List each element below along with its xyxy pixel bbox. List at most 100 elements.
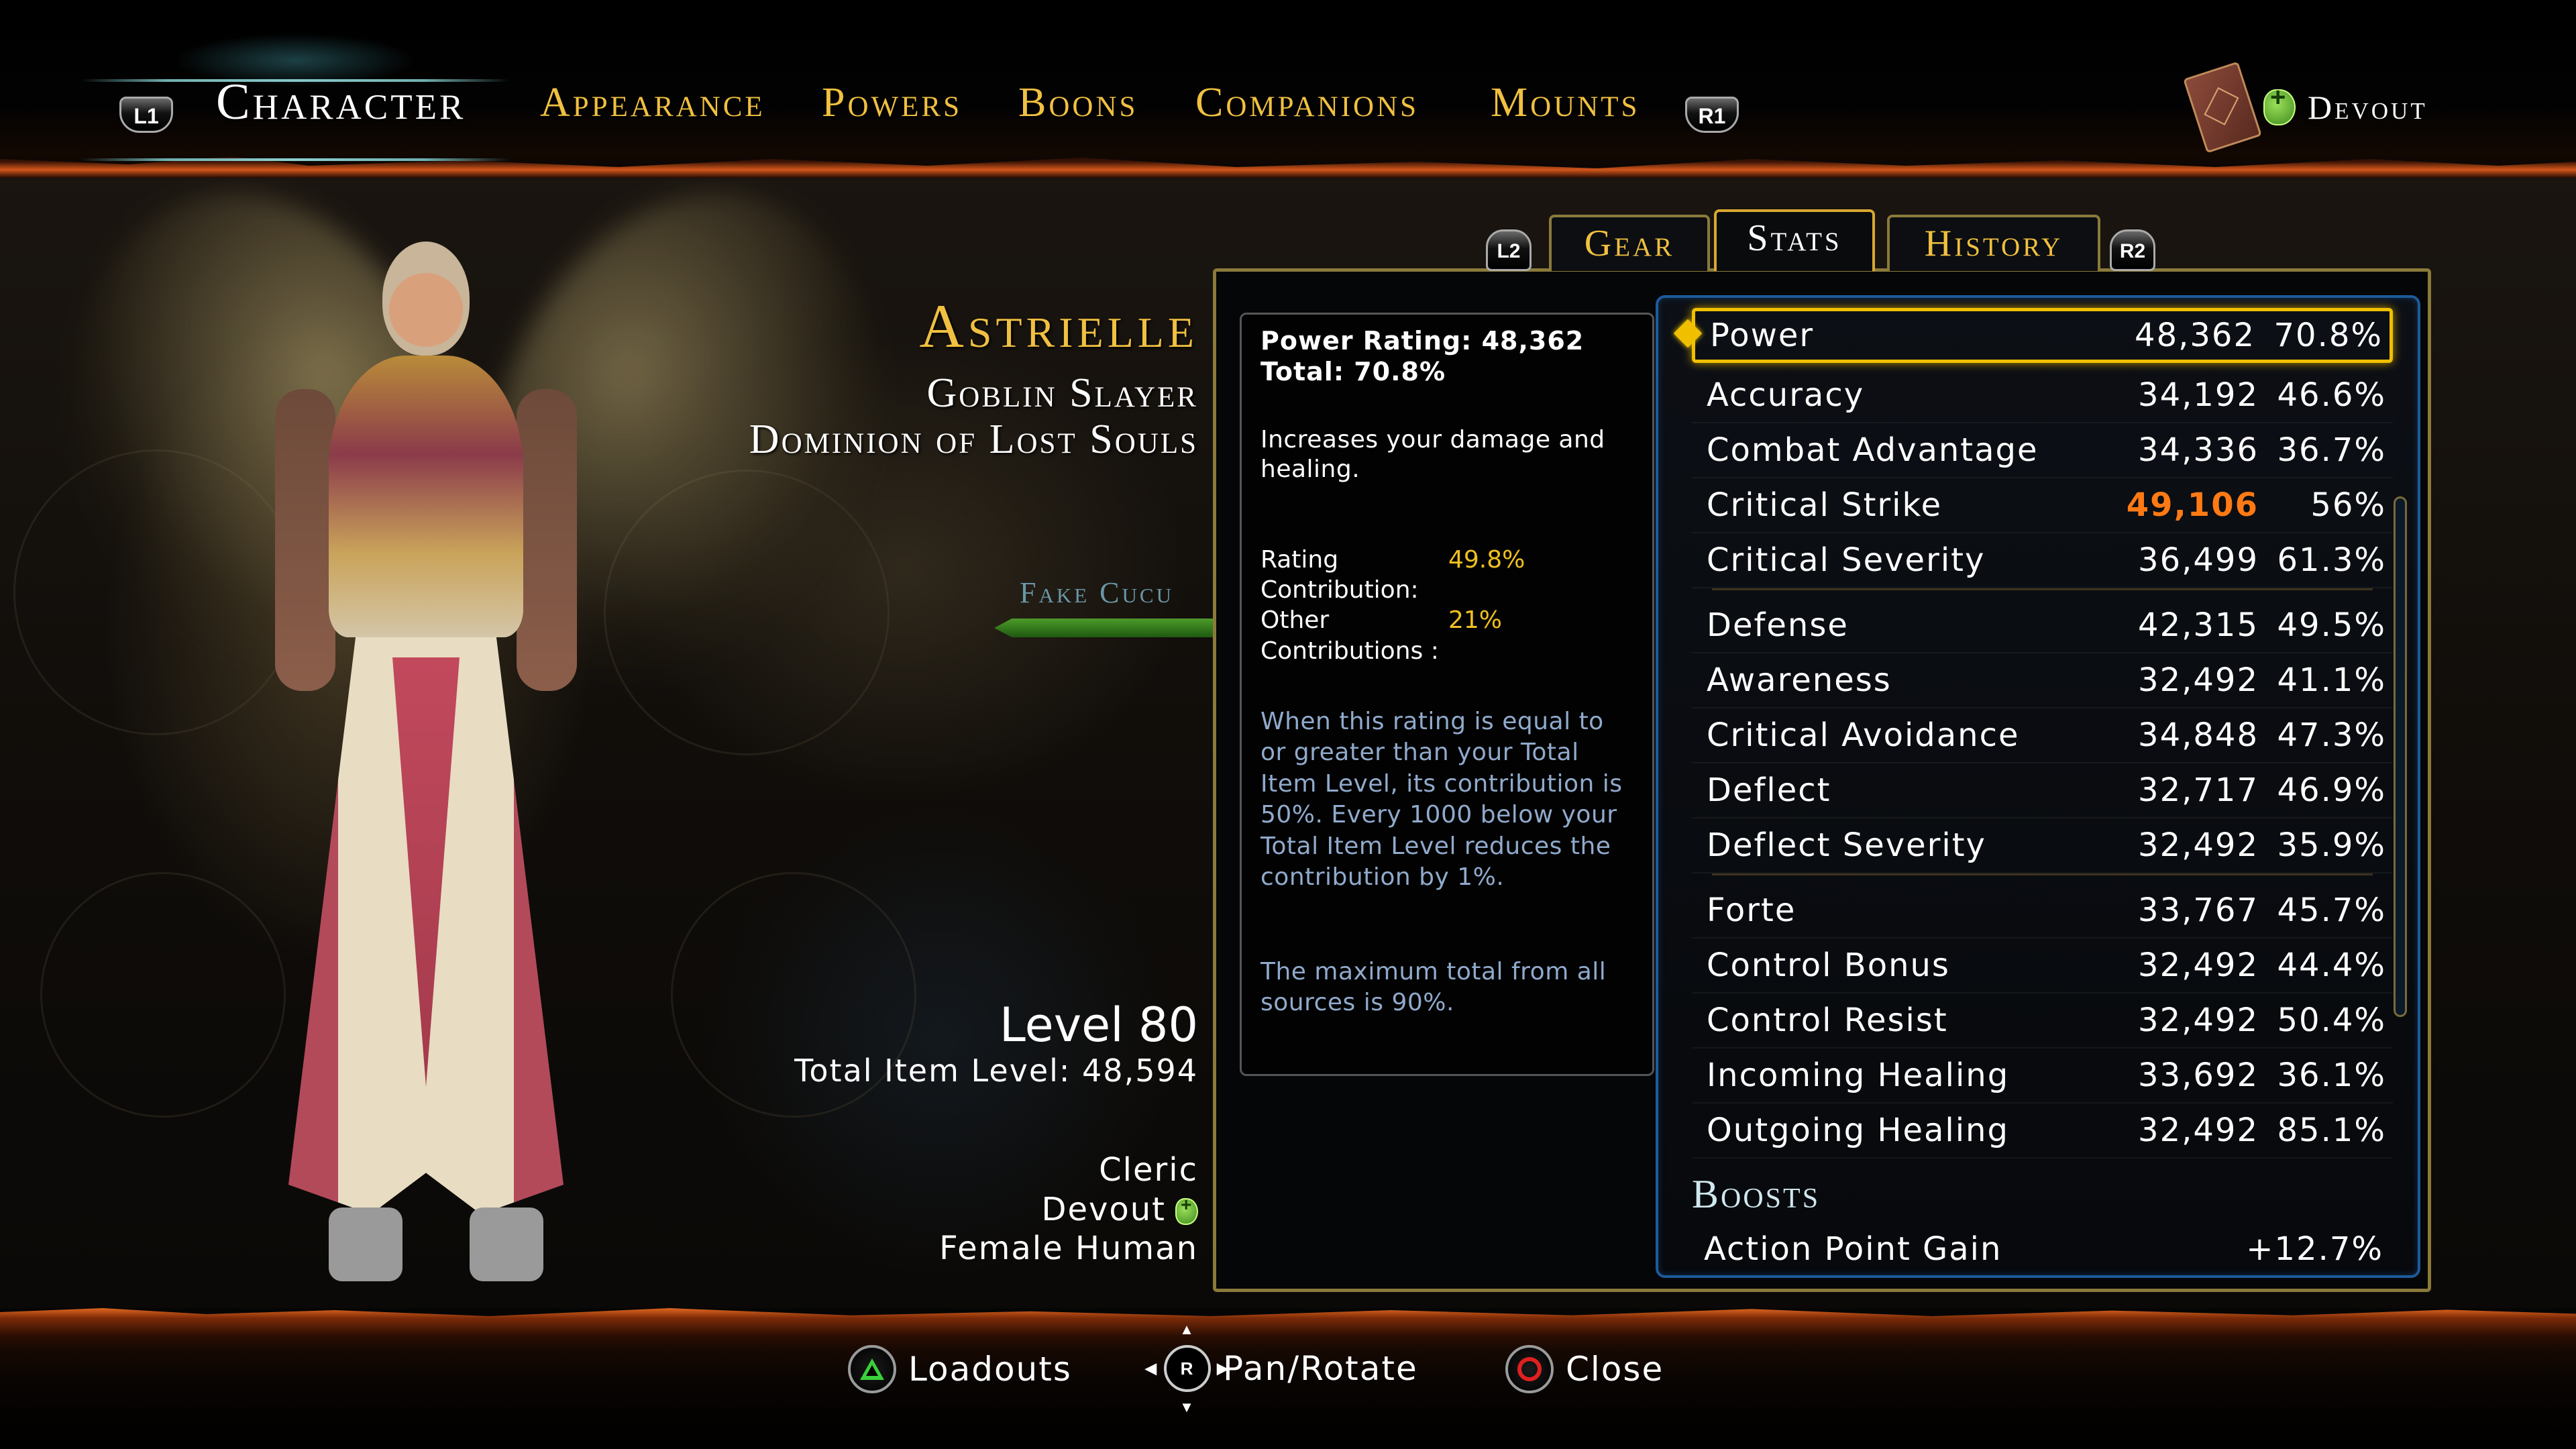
character-guild: Dominion of Lost Souls [749, 417, 1198, 463]
stat-row-awareness[interactable]: Awareness 32,492 41.1% [1692, 653, 2393, 708]
triangle-button-icon [848, 1345, 896, 1393]
stat-name: Outgoing Healing [1707, 1112, 2009, 1149]
holy-book-icon [2183, 61, 2262, 154]
stat-name: Accuracy [1707, 376, 1865, 414]
stat-percent: 49.5% [2277, 606, 2386, 644]
stat-group-divider [1712, 588, 2373, 598]
stat-row-defense[interactable]: Defense 42,315 49.5% [1692, 598, 2393, 653]
stat-rating: 32,492 [2138, 661, 2259, 699]
tooltip-rating: Power Rating: 48,362 [1260, 326, 1585, 356]
character-model[interactable] [248, 241, 624, 1315]
pan-rotate-label: Pan/Rotate [1223, 1349, 1418, 1388]
stat-rating: 32,717 [2138, 771, 2259, 809]
stat-percent: 46.9% [2277, 771, 2386, 809]
rating-contribution-value: 49.8% [1448, 545, 1525, 574]
stat-rating: 34,336 [2138, 431, 2259, 469]
stat-row-control-resist[interactable]: Control Resist 32,492 50.4% [1692, 994, 2393, 1049]
subtab-gear[interactable]: Gear [1549, 215, 1710, 271]
character-paragon: Devout [1041, 1190, 1166, 1228]
boosts-list: Action Point Gain +12.7% [1689, 1222, 2390, 1276]
stat-name: Forte [1707, 892, 1796, 929]
stat-name: Critical Severity [1707, 541, 1986, 579]
arrow-down-icon: ▼ [1179, 1399, 1195, 1415]
stat-rating: 34,848 [2138, 716, 2259, 754]
stat-percent: 36.1% [2277, 1057, 2386, 1094]
devout-paragon-icon [1175, 1194, 1198, 1225]
tab-companions[interactable]: Companions [1195, 82, 1419, 123]
boost-row-action-point-gain[interactable]: Action Point Gain +12.7% [1689, 1222, 2390, 1276]
stat-rating: 48,362 [2135, 317, 2255, 354]
loadouts-label: Loadouts [908, 1350, 1072, 1389]
subtab-stats[interactable]: Stats [1714, 209, 1875, 271]
stat-name: Combat Advantage [1707, 431, 2039, 469]
tooltip-contribution-note: When this rating is equal to or greater … [1260, 707, 1623, 892]
r2-trigger-button[interactable]: R2 [2110, 229, 2155, 271]
stat-name: Awareness [1707, 661, 1892, 699]
stat-tooltip: Power Rating: 48,362 Total: 70.8% Increa… [1240, 313, 1654, 1076]
stat-rating: 36,499 [2138, 541, 2259, 579]
stat-row-control-bonus[interactable]: Control Bonus 32,492 44.4% [1692, 938, 2393, 994]
loadouts-button[interactable]: Loadouts [848, 1345, 1072, 1393]
stat-row-deflect[interactable]: Deflect 32,717 46.9% [1692, 763, 2393, 818]
stat-percent: 50.4% [2277, 1002, 2386, 1039]
stat-row-power[interactable]: Power 48,362 70.8% [1673, 308, 2393, 363]
tooltip-contributions: Rating Contribution: 49.8% Other Contrib… [1260, 545, 1633, 666]
stat-row-deflect-severity[interactable]: Deflect Severity 32,492 35.9% [1692, 818, 2393, 873]
main-nav: L1 Character Appearance Powers Boons Com… [0, 0, 2576, 161]
rating-contribution-label: Rating Contribution: [1260, 545, 1419, 604]
stat-row-critical-severity[interactable]: Critical Severity 36,499 61.3% [1692, 533, 2393, 588]
stat-rating: 42,315 [2138, 606, 2259, 644]
stats-list-panel: Power 48,362 70.8% Accuracy 34,192 46.6% Comba… [1656, 295, 2420, 1278]
stat-percent: 56% [2310, 486, 2386, 524]
stat-percent: 36.7% [2277, 431, 2386, 469]
character-race: Female Human [939, 1230, 1198, 1268]
character-head [382, 241, 470, 356]
arrow-right-icon: ▶ [1217, 1360, 1230, 1377]
other-contributions-value: 21% [1448, 606, 1503, 635]
stat-percent: 46.6% [2277, 376, 2386, 414]
tooltip-description: Increases your damage and healing. [1260, 425, 1605, 483]
close-button[interactable]: Close [1505, 1345, 1664, 1393]
stat-row-incoming-healing[interactable]: Incoming Healing 33,692 36.1% [1692, 1049, 2393, 1104]
stat-row-outgoing-healing[interactable]: Outgoing Healing 32,492 85.1% [1692, 1104, 2393, 1159]
devout-paragon-icon [2263, 83, 2296, 125]
tab-boons[interactable]: Boons [1018, 82, 1138, 123]
stat-name: Incoming Healing [1707, 1057, 2010, 1094]
stat-list: Power 48,362 70.8% Accuracy 34,192 46.6% Comba… [1673, 308, 2393, 1159]
close-label: Close [1566, 1350, 1664, 1389]
tab-powers[interactable]: Powers [822, 82, 962, 123]
tab-appearance[interactable]: Appearance [540, 82, 765, 123]
paragon-label: Devout [2308, 89, 2428, 126]
tooltip-total: Total: 70.8% [1260, 357, 1446, 387]
fire-border-bottom [0, 1308, 2576, 1348]
stat-row-critical-strike[interactable]: Critical Strike 49,106 56% [1692, 478, 2393, 533]
character-class: Cleric [1099, 1151, 1198, 1189]
stat-percent: 61.3% [2277, 541, 2386, 579]
stat-name: Critical Strike [1707, 486, 1943, 524]
stat-name: Deflect Severity [1707, 826, 1986, 864]
r1-bumper-button[interactable]: R1 [1685, 97, 1739, 133]
l2-trigger-button[interactable]: L2 [1486, 229, 1532, 271]
character-title: Goblin Slayer [926, 370, 1198, 416]
boost-name: Action Point Gain [1704, 1230, 2002, 1268]
stat-name: Control Resist [1707, 1002, 1948, 1039]
stat-row-accuracy[interactable]: Accuracy 34,192 46.6% [1692, 368, 2393, 423]
subtab-history[interactable]: History [1887, 215, 2100, 271]
stat-rating: 32,492 [2138, 826, 2259, 864]
pan-rotate-hint[interactable]: R ▲ ▼ ◀ ▶ Pan/Rotate [1145, 1321, 1418, 1415]
tab-mounts[interactable]: Mounts [1491, 82, 1640, 123]
stat-percent: 70.8% [2273, 317, 2383, 354]
stat-rating: 34,192 [2138, 376, 2259, 414]
tab-character[interactable]: Character [216, 76, 466, 127]
stats-scrollbar[interactable] [2394, 496, 2407, 1017]
stat-row-combat-advantage[interactable]: Combat Advantage 34,336 36.7% [1692, 423, 2393, 478]
stat-rating: 32,492 [2138, 947, 2259, 984]
right-stick-label: R [1180, 1358, 1195, 1379]
character-arm [275, 389, 335, 691]
stat-row-critical-avoidance[interactable]: Critical Avoidance 34,848 47.3% [1692, 708, 2393, 763]
character-boot [470, 1208, 543, 1281]
stat-name: Control Bonus [1707, 947, 1950, 984]
circle-button-icon [1505, 1345, 1554, 1393]
stat-row-forte[interactable]: Forte 33,767 45.7% [1692, 883, 2393, 938]
stat-name: Deflect [1707, 771, 1831, 809]
